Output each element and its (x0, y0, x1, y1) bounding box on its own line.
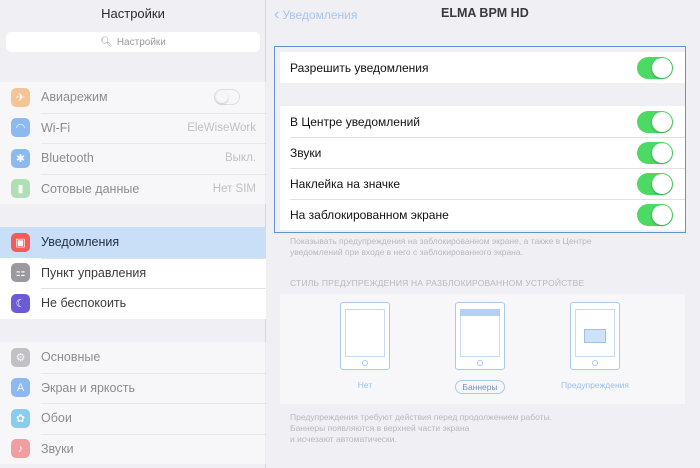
sidebar-item-value: EleWiseWork (187, 121, 256, 134)
sounds-icon: ♪ (11, 439, 30, 459)
tablet-icon (455, 302, 505, 370)
sidebar-item[interactable]: ☾ Не беспокоить (0, 288, 266, 319)
sidebar-item[interactable]: ⚏ Пункт управления (0, 257, 266, 289)
settings-sidebar: Настройки 🔍︎ Настройки ✈ Авиарежим ◠ Wi-Fi E… (0, 0, 266, 468)
system-group: ▣ Уведомления ⚏ Пункт управления ☾ Не беспоко… (0, 227, 266, 319)
alert-style-option[interactable]: Баннеры (445, 302, 515, 395)
bluetooth-icon: ✱ (11, 148, 30, 168)
general-group: ⚙ Основные A Экран и яркость ✿ Обои ♪ Звуки (0, 342, 266, 464)
sidebar-item-label: Сотовые данные (41, 181, 140, 196)
display-icon: A (11, 378, 30, 398)
sidebar-item-label: Звуки (41, 441, 74, 456)
sidebar-item[interactable]: ✱ Bluetooth Выкл. (0, 143, 266, 174)
alert-style-header: СТИЛЬ ПРЕДУПРЕЖДЕНИЯ НА РАЗБЛОКИРОВАННОМ… (290, 278, 585, 288)
sidebar-item-label: Экран и яркость (41, 380, 135, 395)
airplane-icon: ✈ (11, 87, 30, 107)
search-icon: 🔍︎ (100, 36, 113, 48)
alert-style-option[interactable]: Нет (330, 302, 400, 393)
sidebar-item-label: Не беспокоить (41, 296, 127, 311)
sidebar-title: Настройки (101, 6, 165, 21)
back-button[interactable]: ‹ Уведомления (274, 6, 357, 24)
search-placeholder: Настройки (116, 36, 166, 48)
alert-style-note: Предупреждения требуют действия перед пр… (290, 412, 553, 444)
sidebar-item[interactable]: ◠ Wi-Fi EleWiseWork (0, 112, 266, 144)
do-not-disturb-icon: ☾ (11, 293, 30, 313)
sidebar-item[interactable]: ♪ Звуки (0, 433, 266, 465)
sidebar-item-label: Уведомления (41, 235, 120, 250)
sidebar-item-label: Пункт управления (41, 265, 147, 280)
notifications-icon: ▣ (11, 232, 30, 252)
notification-detail: ‹ Уведомления ELMA BPM HD Разрешить увед… (266, 0, 700, 468)
wallpaper-icon: ✿ (11, 408, 30, 428)
sidebar-item[interactable]: A Экран и яркость (0, 372, 266, 404)
alert-style-label: Нет (357, 380, 373, 390)
alert-style-picker: Нет Баннеры Предупреждения (280, 294, 685, 404)
tablet-icon (340, 302, 390, 370)
highlight-frame (274, 46, 686, 233)
sidebar-item-label: Основные (41, 350, 101, 365)
cellular-icon: ▮ (11, 179, 30, 199)
tablet-icon (570, 302, 620, 370)
sidebar-item-label: Wi-Fi (41, 120, 71, 135)
sidebar-item[interactable]: ▮ Сотовые данные Нет SIM (0, 173, 266, 205)
wifi-icon: ◠ (11, 118, 30, 138)
sidebar-item[interactable]: ▣ Уведомления (0, 227, 266, 258)
control-center-icon: ⚏ (11, 263, 30, 283)
sidebar-item-label: Bluetooth (41, 151, 94, 166)
alert-style-option[interactable]: Предупреждения (560, 302, 630, 393)
sidebar-item[interactable]: ✈ Авиарежим (0, 82, 266, 113)
airplane-mode-toggle[interactable] (214, 89, 240, 106)
search-field[interactable]: 🔍︎ Настройки (6, 32, 260, 52)
gear-icon: ⚙ (11, 347, 30, 367)
chevron-left-icon: ‹ (274, 6, 280, 23)
lock-screen-note: Показывать предупреждения на заблокирова… (290, 236, 592, 257)
alert-style-label: Баннеры (455, 380, 505, 394)
alert-style-label: Предупреждения (561, 380, 629, 390)
sidebar-item-label: Авиарежим (41, 90, 108, 105)
sidebar-item-value: Нет SIM (212, 182, 256, 195)
back-label: Уведомления (282, 8, 358, 22)
connectivity-group: ✈ Авиарежим ◠ Wi-Fi EleWiseWork ✱ Bluetooth Вык… (0, 82, 266, 204)
sidebar-item-label: Обои (41, 411, 72, 426)
sidebar-item[interactable]: ✿ Обои (0, 403, 266, 434)
sidebar-item-value: Выкл. (224, 152, 256, 165)
sidebar-item[interactable]: ⚙ Основные (0, 342, 266, 373)
page-title: ELMA BPM HD (441, 6, 529, 20)
